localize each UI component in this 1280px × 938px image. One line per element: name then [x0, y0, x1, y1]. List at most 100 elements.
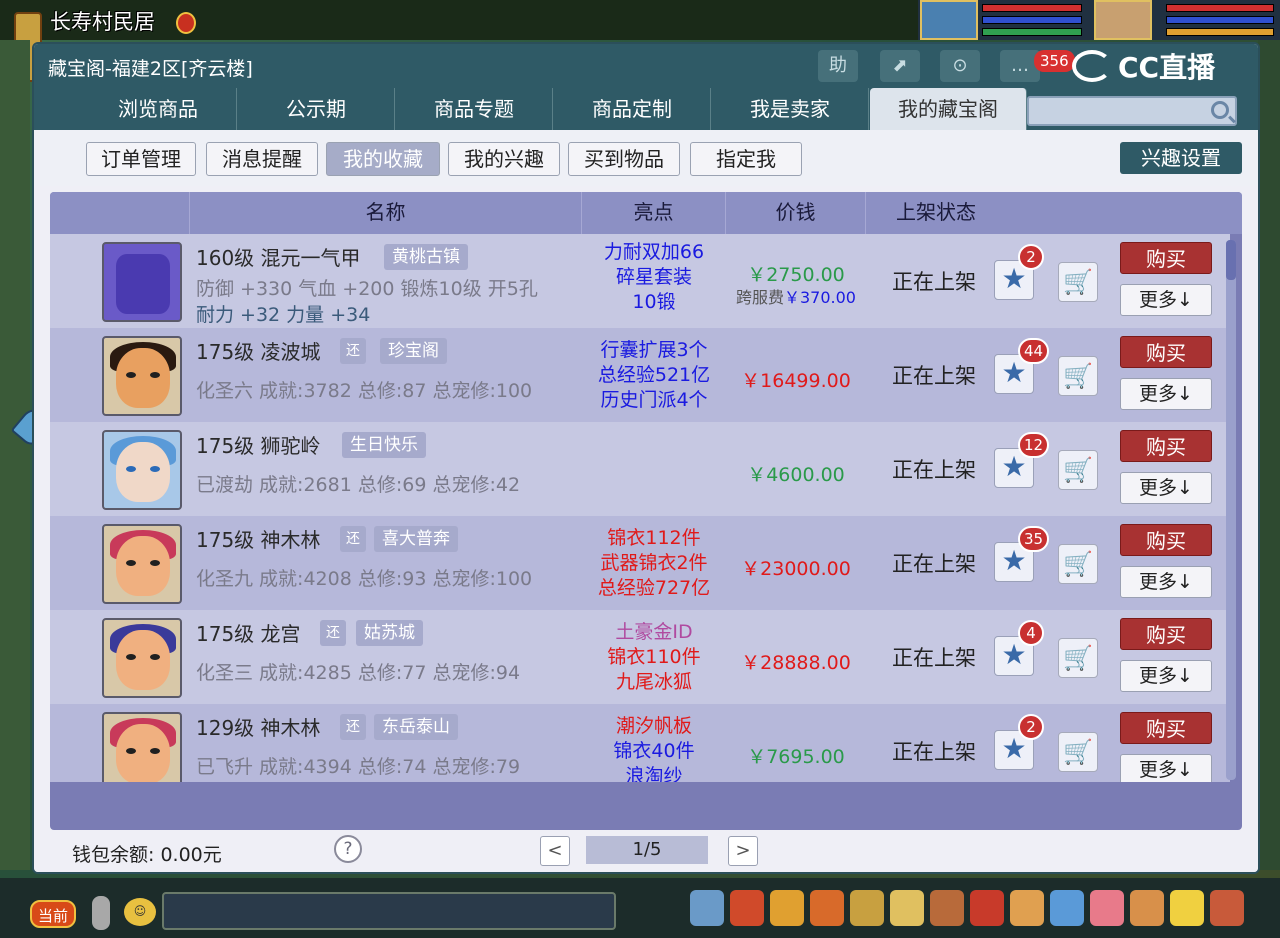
tab-custom[interactable]: 商品定制 [554, 88, 711, 130]
scroll-icon[interactable] [930, 890, 964, 926]
table-row[interactable]: 129级 神木林 还 东岳泰山 已飞升 成就:4394 总修:74 总宠修:79… [50, 704, 1230, 782]
share-button[interactable]: ⬈ [880, 50, 920, 82]
item-desc: 化圣九 成就:4208 总修:93 总宠修:100 [196, 568, 533, 590]
tab-my-pavilion[interactable]: 我的藏宝阁 [870, 88, 1027, 130]
peach-icon[interactable] [1090, 890, 1124, 926]
character-avatar[interactable] [102, 524, 182, 604]
item-desc: 已飞升 成就:4394 总修:74 总宠修:79 [196, 756, 521, 778]
search-input[interactable] [1027, 96, 1237, 126]
microphone-icon[interactable] [92, 896, 110, 930]
item-desc: 防御 +330 气血 +200 锻炼10级 开5孔 [196, 278, 538, 300]
chat-channel-button[interactable]: 当前 [30, 900, 76, 928]
table-scrollbar[interactable] [1226, 240, 1236, 780]
highlight-line: 九尾冰狐 [615, 671, 692, 693]
next-page-button[interactable]: > [728, 836, 758, 866]
cart-icon[interactable]: 🛒 [1058, 450, 1098, 490]
table-row[interactable]: 175级 狮驼岭 生日快乐 已渡劫 成就:2681 总修:69 总宠修:42 ￥… [50, 422, 1230, 516]
bell-icon[interactable] [1010, 890, 1044, 926]
help-icon[interactable]: ? [334, 835, 362, 863]
table-row[interactable]: 160级 混元一气甲 黄桃古镇 防御 +330 气血 +200 锻炼10级 开5… [50, 234, 1230, 328]
search-icon[interactable] [1211, 101, 1229, 119]
item-armor-icon[interactable] [102, 242, 182, 322]
system-icon[interactable] [1210, 890, 1244, 926]
tab-topics[interactable]: 商品专题 [396, 88, 553, 130]
subnav-favorites[interactable]: 我的收藏 [326, 142, 440, 176]
buy-button[interactable]: 购买 [1120, 242, 1212, 274]
highlight-line: 历史门派4个 [600, 389, 708, 411]
cart-icon[interactable]: 🛒 [1058, 262, 1098, 302]
character-avatar[interactable] [102, 336, 182, 416]
emote-icon[interactable]: ☺ [124, 898, 156, 926]
cart-icon[interactable]: 🛒 [1058, 638, 1098, 678]
smile-icon[interactable] [1170, 890, 1204, 926]
player-avatar[interactable] [1094, 0, 1152, 40]
subnav-assigned[interactable]: 指定我 [690, 142, 802, 176]
huan-badge: 还 [340, 338, 366, 364]
more-button[interactable]: 更多↓ [1120, 754, 1212, 782]
character-avatar[interactable] [102, 712, 182, 782]
eye-shape [126, 466, 136, 472]
more-button[interactable]: 更多↓ [1120, 566, 1212, 598]
item-desc-2: 耐力 +32 力量 +34 [196, 304, 371, 326]
server-tag: 生日快乐 [342, 432, 426, 458]
item-desc: 化圣三 成就:4285 总修:77 总宠修:94 [196, 662, 521, 684]
buy-button[interactable]: 购买 [1120, 430, 1212, 462]
pet-avatar[interactable] [920, 0, 978, 40]
tab-browse[interactable]: 浏览商品 [80, 88, 237, 130]
footer: 钱包余额: 0.00元 ? < 1/5 > [34, 830, 1258, 872]
table-row[interactable]: 175级 神木林 还 喜大普奔 化圣九 成就:4208 总修:93 总宠修:10… [50, 516, 1230, 610]
map-book-icon[interactable] [1050, 890, 1084, 926]
right-side-panel [1258, 40, 1280, 870]
listing-status: 正在上架 [892, 270, 976, 294]
buy-button[interactable]: 购买 [1120, 336, 1212, 368]
help-button[interactable]: 助 [818, 50, 858, 82]
player-hp-bar [1166, 4, 1274, 12]
buy-button[interactable]: 购买 [1120, 618, 1212, 650]
game-toolbar [680, 886, 1280, 934]
guild-icon[interactable] [890, 890, 924, 926]
cart-icon[interactable]: 🛒 [1058, 544, 1098, 584]
subnav-interests[interactable]: 我的兴趣 [448, 142, 560, 176]
face-shape [116, 724, 170, 782]
hud-status [918, 0, 1280, 40]
sword-icon[interactable] [690, 890, 724, 926]
subnav-orders[interactable]: 订单管理 [86, 142, 196, 176]
more-button[interactable]: 更多↓ [1120, 284, 1212, 316]
listing-status: 正在上架 [892, 458, 976, 482]
buy-button[interactable]: 购买 [1120, 524, 1212, 556]
more-button[interactable]: 更多↓ [1120, 660, 1212, 692]
item-level-name: 175级 狮驼岭 [196, 434, 321, 458]
friend-icon[interactable] [850, 890, 884, 926]
eye-shape [126, 560, 136, 566]
chest-icon[interactable] [730, 890, 764, 926]
subnav-reminders[interactable]: 消息提醒 [206, 142, 318, 176]
scrollbar-thumb[interactable] [1226, 240, 1236, 280]
cart-icon[interactable]: 🛒 [1058, 732, 1098, 772]
cart-icon[interactable]: 🛒 [1058, 356, 1098, 396]
highlight-line: 土豪金ID [615, 621, 693, 643]
team-icon[interactable] [770, 890, 804, 926]
shop-icon[interactable] [1130, 890, 1164, 926]
table-body: 160级 混元一气甲 黄桃古镇 防御 +330 气血 +200 锻炼10级 开5… [50, 234, 1230, 782]
interest-settings-button[interactable]: 兴趣设置 [1120, 142, 1242, 174]
subnav-bought[interactable]: 买到物品 [568, 142, 680, 176]
chat-input[interactable] [162, 892, 616, 930]
highlight-line: 总经验727亿 [597, 577, 711, 599]
tab-seller[interactable]: 我是卖家 [712, 88, 869, 130]
table-row[interactable]: 175级 龙宫 还 姑苏城 化圣三 成就:4285 总修:77 总宠修:94 土… [50, 610, 1230, 704]
prev-page-button[interactable]: < [540, 836, 570, 866]
buy-button[interactable]: 购买 [1120, 712, 1212, 744]
tab-public[interactable]: 公示期 [238, 88, 395, 130]
gift-icon[interactable] [810, 890, 844, 926]
more-button[interactable]: 更多↓ [1120, 472, 1212, 504]
record-button[interactable]: ⊙ [940, 50, 980, 82]
table-row[interactable]: 175级 凌波城 还 珍宝阁 化圣六 成就:3782 总修:87 总宠修:100… [50, 328, 1230, 422]
more-button[interactable]: 更多↓ [1120, 378, 1212, 410]
highlights: 行囊扩展3个 总经验521亿 历史门派4个 [584, 338, 724, 413]
character-avatar[interactable] [102, 430, 182, 510]
price: ￥23000.00 [741, 558, 851, 580]
quest-icon[interactable] [970, 890, 1004, 926]
highlight-line: 力耐双加66 [603, 241, 705, 263]
character-avatar[interactable] [102, 618, 182, 698]
highlight-line: 行囊扩展3个 [600, 339, 708, 361]
